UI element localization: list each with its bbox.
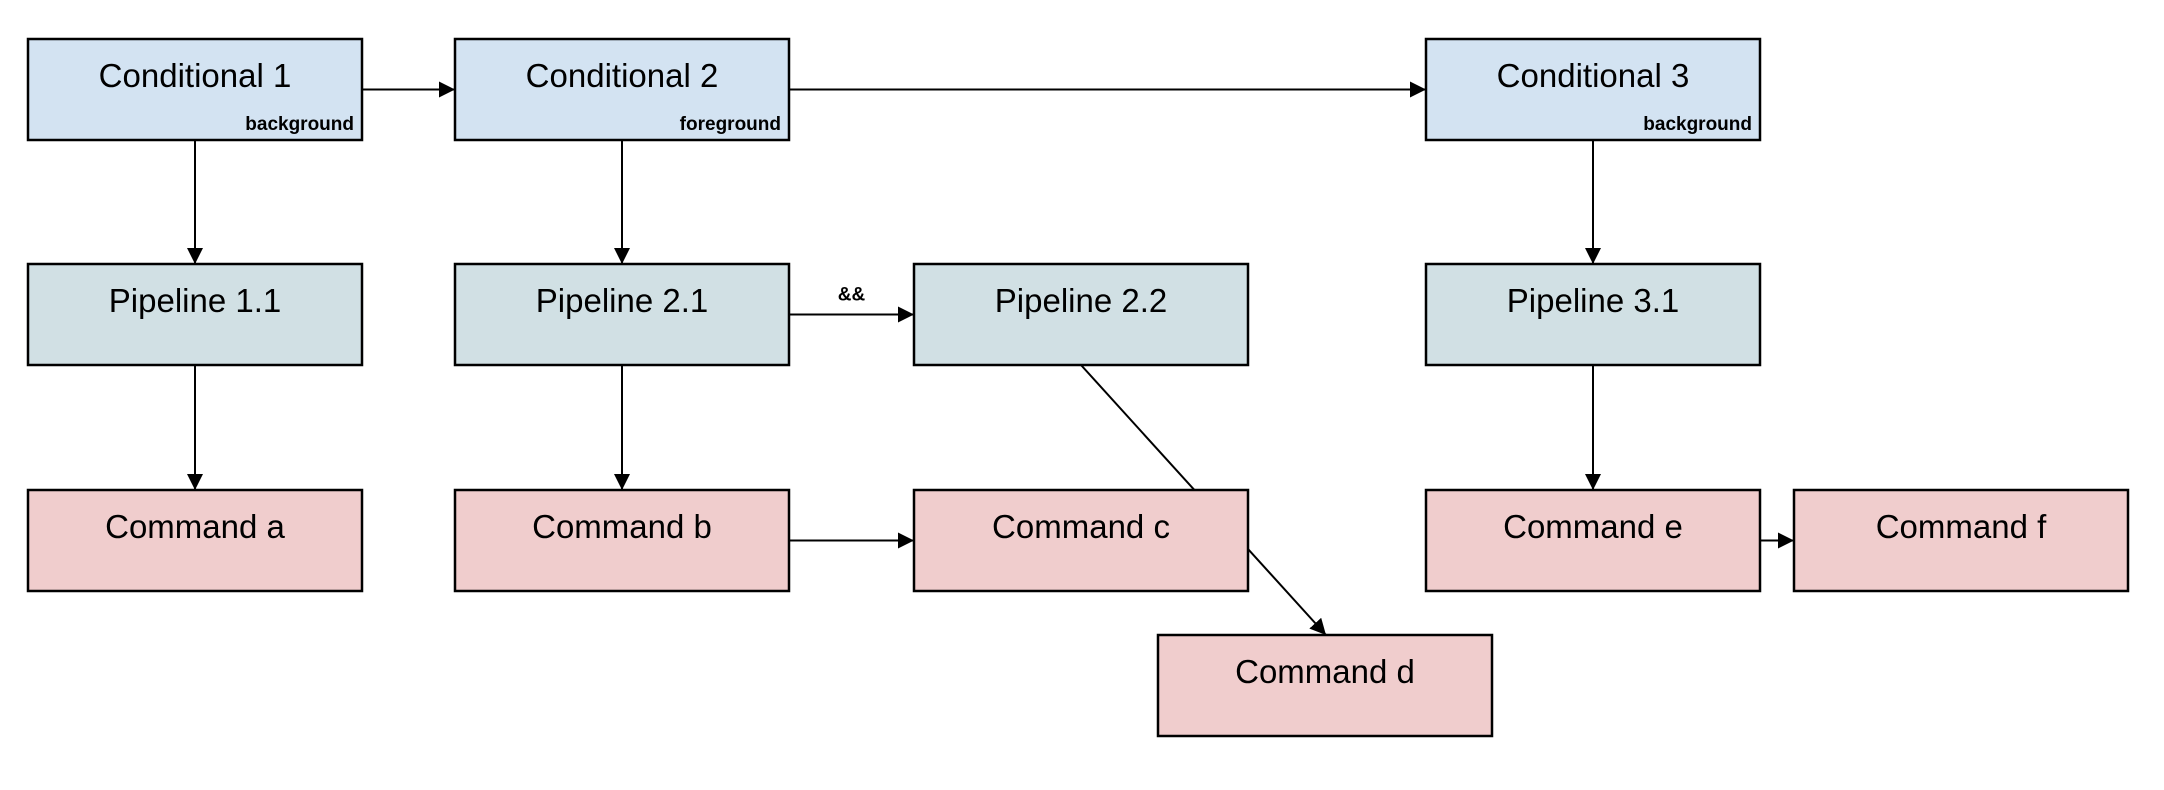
flow-diagram: && Conditional 1 background Conditional 2 f… [26,37,2130,738]
node-label: Pipeline 3.1 [1507,282,1679,319]
node-label: Pipeline 2.1 [536,282,708,319]
node-pipe21: Pipeline 2.1 [453,262,791,367]
node-label: Command a [105,508,285,545]
node-cmda: Command a [26,488,364,593]
node-label: Command c [992,508,1170,545]
node-pipe31: Pipeline 3.1 [1424,262,1762,367]
node-pipe22: Pipeline 2.2 [912,262,1250,367]
node-pipe11: Pipeline 1.1 [26,262,364,367]
node-label: Command d [1235,653,1415,690]
node-label: Conditional 2 [526,57,719,94]
node-cmdd: Command d [1156,633,1494,738]
node-cmde: Command e [1424,488,1762,593]
node-sublabel: foreground [680,114,781,135]
node-cond3: Conditional 3 background [1424,37,1762,142]
node-sublabel: background [1643,114,1752,135]
node-label: Conditional 1 [99,57,292,94]
node-label: Conditional 3 [1497,57,1690,94]
node-cmdf: Command f [1792,488,2130,593]
node-label: Command f [1876,508,2047,545]
node-label: Command e [1503,508,1683,545]
node-label: Pipeline 2.2 [995,282,1167,319]
node-label: Pipeline 1.1 [109,282,281,319]
edge-label: && [838,285,866,306]
node-cmdb: Command b [453,488,791,593]
node-cmdc: Command c [912,488,1250,593]
node-sublabel: background [245,114,354,135]
node-label: Command b [532,508,712,545]
node-cond2: Conditional 2 foreground [453,37,791,142]
node-cond1: Conditional 1 background [26,37,364,142]
